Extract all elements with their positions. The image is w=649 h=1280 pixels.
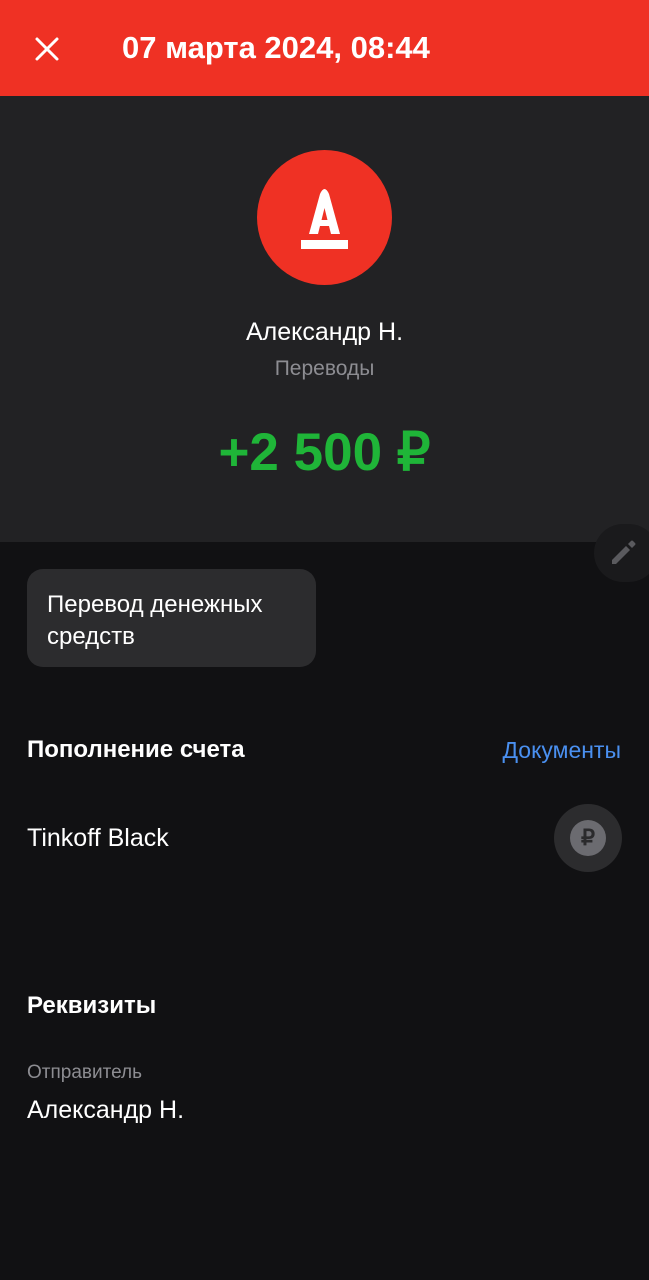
bank-logo: [257, 150, 392, 285]
page-title: 07 марта 2024, 08:44: [122, 30, 430, 65]
sender-value: Александр Н.: [27, 1096, 185, 1124]
documents-link[interactable]: Документы: [502, 734, 621, 766]
pencil-icon: [612, 540, 636, 564]
transaction-comment: Перевод денежных средств: [27, 569, 316, 667]
edit-comment-button[interactable]: [594, 524, 649, 582]
details-section-title: Реквизиты: [27, 992, 157, 1019]
alfa-bank-logo-icon: [301, 189, 348, 249]
account-section-title: Пополнение счета: [27, 736, 245, 763]
account-name[interactable]: Tinkoff Black: [27, 822, 169, 854]
close-icon: [35, 37, 59, 61]
transaction-amount: +2 500 ₽: [218, 423, 431, 482]
ruble-icon: ₽: [570, 820, 606, 856]
account-icon-button: ₽: [554, 804, 622, 872]
counterparty-name: Александр Н.: [245, 318, 404, 346]
transaction-category: Переводы: [274, 357, 375, 380]
sender-label: Отправитель: [27, 1062, 143, 1083]
close-button[interactable]: [24, 26, 70, 72]
top-bar: 07 марта 2024, 08:44: [0, 0, 649, 96]
